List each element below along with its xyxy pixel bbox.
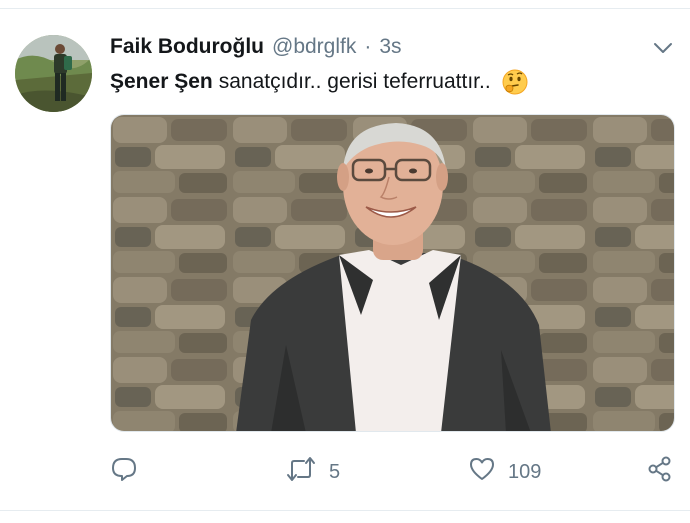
avatar[interactable] xyxy=(15,35,92,112)
top-divider xyxy=(0,8,690,9)
retweet-button[interactable]: 5 xyxy=(285,452,340,492)
like-count: 109 xyxy=(508,460,542,483)
share-button[interactable] xyxy=(646,452,674,492)
separator-dot: · xyxy=(364,35,372,58)
like-button[interactable]: 109 xyxy=(468,452,541,492)
retweet-count: 5 xyxy=(329,460,341,483)
tweet-text: Şener Şen sanatçıdır.. gerisi teferruatt… xyxy=(110,66,529,98)
display-name[interactable]: Faik Boduroğlu xyxy=(110,35,264,59)
reply-icon xyxy=(110,455,138,489)
tweet-text-bold: Şener Şen xyxy=(110,70,213,93)
retweet-icon xyxy=(285,455,317,489)
share-icon xyxy=(646,455,674,489)
tweet-header: Faik Boduroğlu @bdrglfk · 3s xyxy=(110,33,402,61)
reply-button[interactable] xyxy=(110,452,138,492)
tweet-actions: 5 109 xyxy=(0,452,690,492)
chevron-down-icon[interactable] xyxy=(650,38,676,58)
user-handle[interactable]: @bdrglfk xyxy=(272,35,356,59)
tweet-text-body: sanatçıdır.. gerisi teferruattır.. xyxy=(218,70,491,93)
bottom-divider xyxy=(0,510,690,511)
thinking-face-icon xyxy=(501,68,529,96)
tweet-photo[interactable] xyxy=(110,114,675,432)
heart-icon xyxy=(468,455,496,489)
timestamp[interactable]: 3s xyxy=(379,35,401,59)
